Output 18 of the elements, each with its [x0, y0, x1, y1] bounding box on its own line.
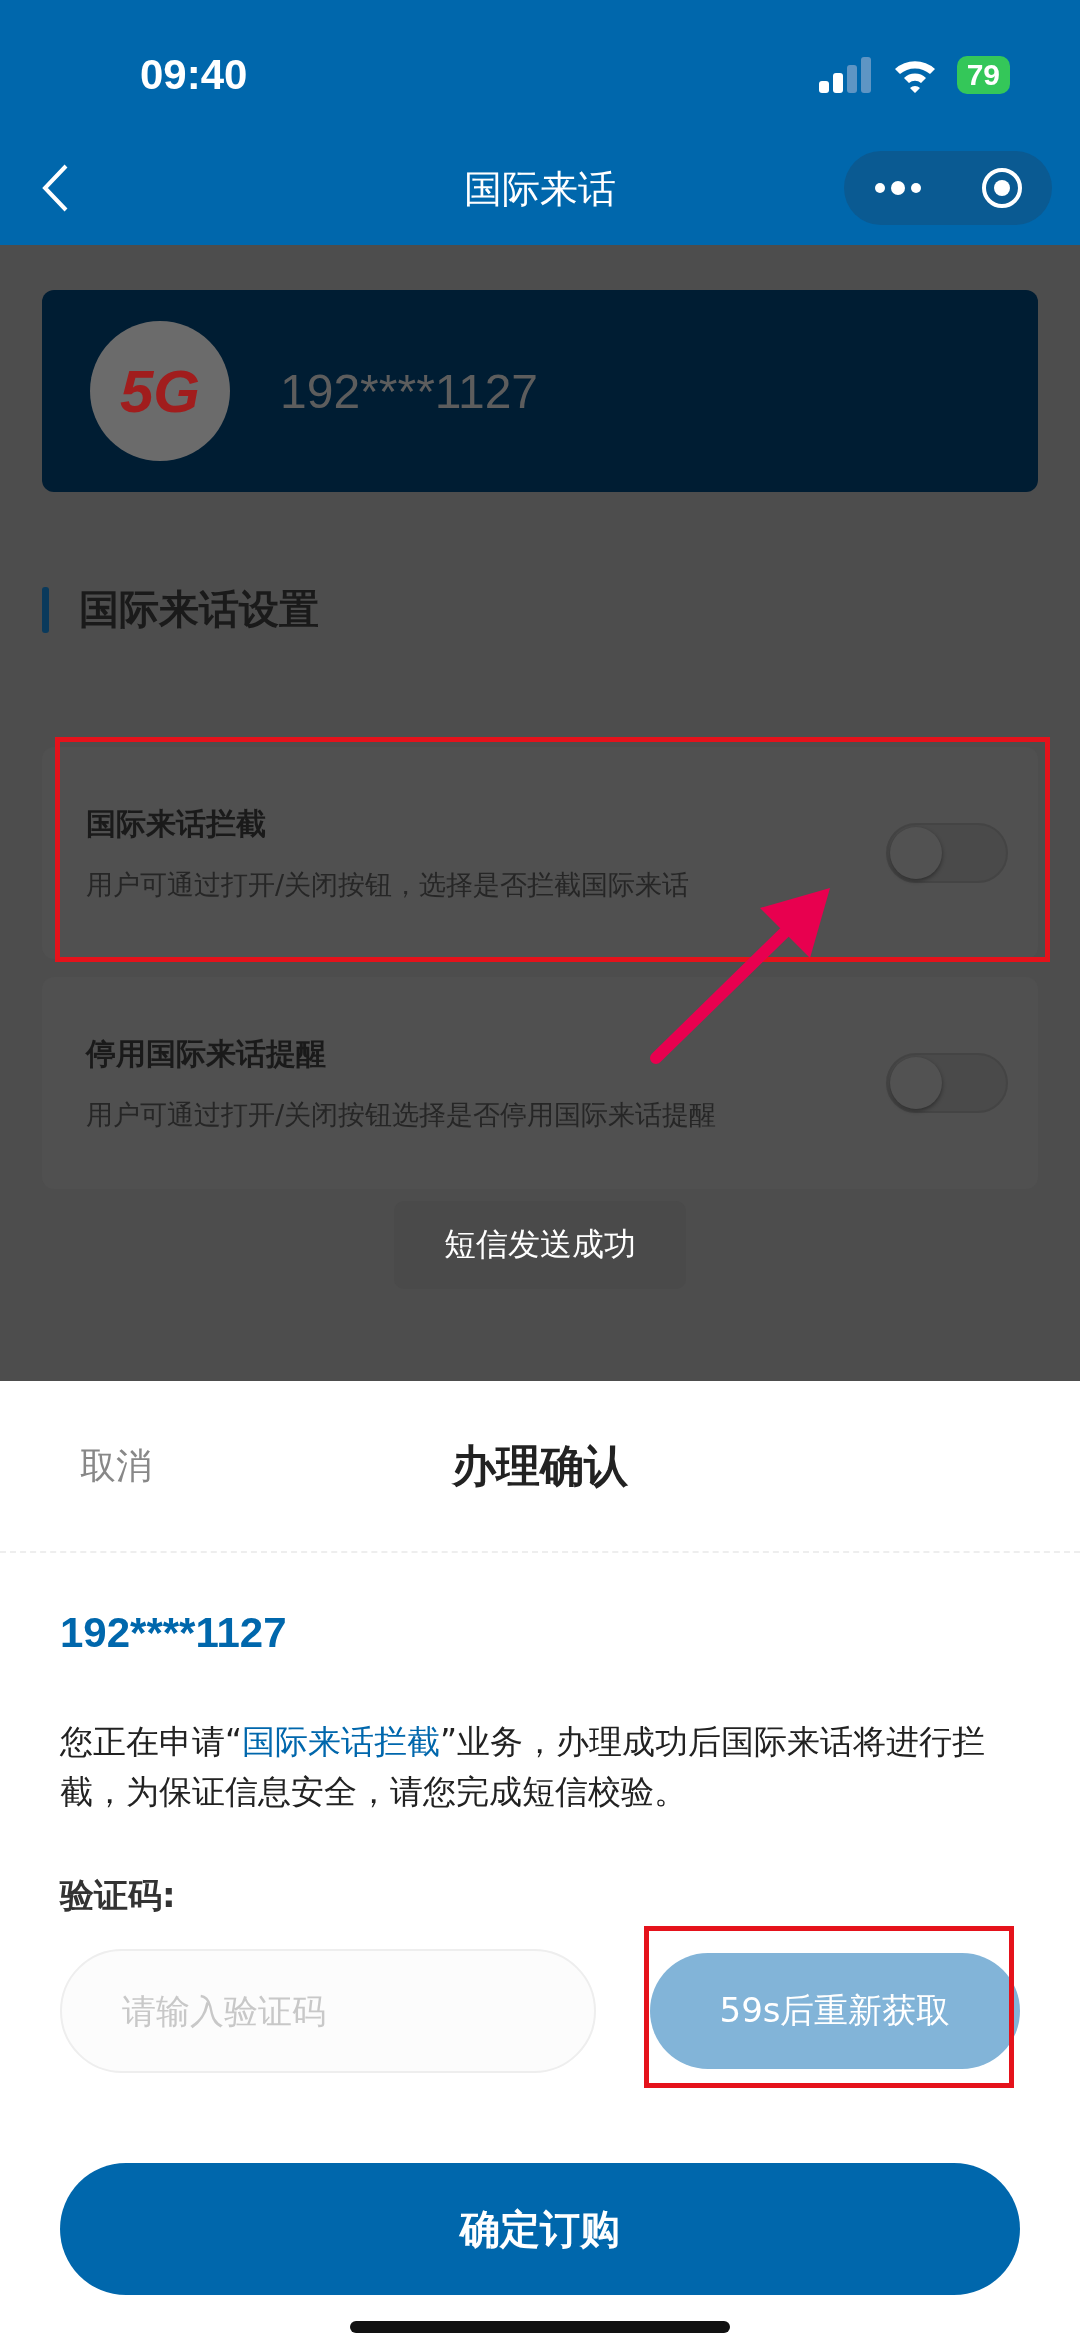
logo-text: 5G — [119, 356, 200, 426]
status-time: 09:40 — [140, 51, 248, 99]
signal-icon — [818, 57, 873, 93]
more-icon[interactable] — [872, 180, 923, 195]
code-label: 验证码: — [60, 1874, 177, 1917]
phone-number: 192****1127 — [60, 1609, 288, 1657]
back-icon[interactable] — [40, 162, 70, 213]
phone-number: 192****1127 — [280, 363, 539, 419]
page-title: 国际来话 — [464, 166, 616, 213]
confirm-button[interactable]: 确定订购 — [60, 2163, 1020, 2295]
sheet-title: 办理确认 — [452, 1438, 628, 1493]
notice-text: 您正在申请“国际来话拦截”业务，办理成功后国际来话将进行拦截，为保证信息安全，请您完成短信校验。 — [60, 1721, 987, 1813]
close-target-icon[interactable] — [979, 165, 1024, 210]
service-link[interactable]: 国际来话拦截 — [242, 1722, 441, 1761]
section-accent-bar — [42, 586, 49, 633]
cancel-button[interactable]: 取消 — [80, 1441, 152, 1491]
toast-message: 短信发送成功 — [394, 1201, 686, 1289]
battery-level: 79 — [956, 56, 1010, 94]
